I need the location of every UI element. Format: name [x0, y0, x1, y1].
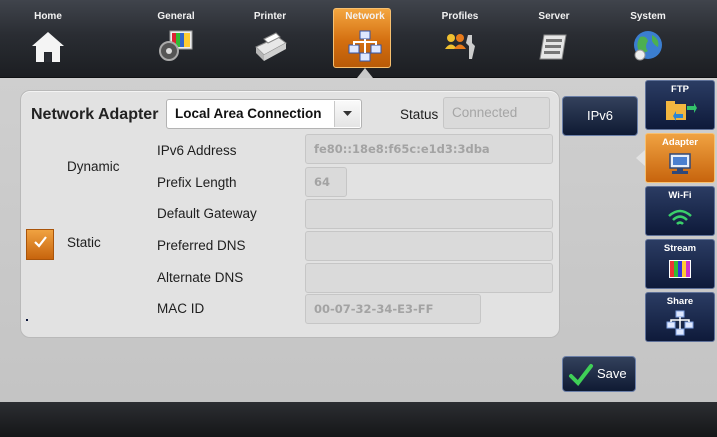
alternate-dns-label: Alternate DNS	[157, 270, 244, 285]
system-globe-icon	[634, 31, 662, 61]
network-icon	[348, 30, 382, 62]
top-nav-bar: Home General Printer Network Profiles Se…	[0, 0, 717, 78]
status-value: Connected	[443, 97, 550, 129]
home-icon	[32, 32, 64, 62]
nav-profiles-label: Profiles	[441, 11, 479, 22]
prefix-length-field[interactable]: 64	[305, 167, 347, 197]
nav-profiles[interactable]: Profiles	[420, 0, 500, 76]
checkmark-icon	[34, 236, 47, 248]
side-tab-ftp-label: FTP	[671, 84, 689, 95]
side-tab-wifi[interactable]: Wi-Fi	[645, 186, 715, 236]
ipv6-button[interactable]: IPv6	[562, 96, 638, 136]
status-label: Status	[400, 107, 439, 122]
adapter-monitor-icon	[669, 153, 691, 174]
checkmark-icon	[569, 364, 593, 387]
preferred-dns-field[interactable]	[305, 231, 553, 261]
general-icon	[159, 30, 193, 61]
preferred-dns-label: Preferred DNS	[157, 238, 246, 253]
side-tab-adapter[interactable]: Adapter	[645, 133, 715, 183]
dynamic-label: Dynamic	[67, 159, 120, 174]
side-tab-stream-label: Stream	[663, 243, 697, 254]
alternate-dns-field[interactable]	[305, 263, 553, 293]
static-label: Static	[67, 235, 101, 250]
profiles-icon	[445, 34, 475, 59]
ipv6-address-field[interactable]: fe80::18e8:f65c:e1d3:3dba	[305, 134, 553, 164]
side-tab-pointer	[636, 150, 645, 166]
printer-icon	[255, 32, 287, 61]
prefix-length-label: Prefix Length	[157, 175, 237, 190]
stream-colorbars-icon	[669, 260, 691, 278]
side-tab-wifi-label: Wi-Fi	[668, 190, 692, 201]
server-icon	[539, 34, 567, 60]
mac-id-label: MAC ID	[157, 301, 205, 316]
adapter-select[interactable]: Local Area Connection	[166, 99, 362, 129]
ipv6-address-label: IPv6 Address	[157, 143, 237, 158]
nav-printer[interactable]: Printer	[230, 0, 310, 76]
side-tab-adapter-label: Adapter	[662, 137, 698, 148]
dynamic-checkbox[interactable]	[26, 229, 54, 260]
wifi-icon	[668, 209, 692, 225]
nav-server-label: Server	[538, 11, 570, 22]
nav-network[interactable]: Network	[325, 0, 405, 76]
nav-active-pointer	[357, 68, 373, 78]
nav-system-label: System	[630, 11, 666, 22]
nav-general-label: General	[157, 11, 195, 22]
side-tab-ftp[interactable]: FTP	[645, 80, 715, 130]
bottom-bar	[0, 402, 717, 437]
network-adapter-title: Network Adapter	[31, 106, 159, 123]
nav-home[interactable]: Home	[8, 0, 88, 76]
side-tab-share[interactable]: Share	[645, 292, 715, 342]
save-button[interactable]: Save	[562, 356, 636, 392]
nav-system[interactable]: System	[608, 0, 688, 76]
default-gateway-label: Default Gateway	[157, 206, 257, 221]
nav-server[interactable]: Server	[514, 0, 594, 76]
adapter-dropdown-button[interactable]	[334, 101, 360, 127]
nav-home-label: Home	[34, 11, 62, 22]
share-network-icon	[666, 310, 694, 336]
side-tab-share-label: Share	[666, 296, 694, 307]
static-checkbox[interactable]	[26, 319, 28, 321]
nav-network-label: Network	[345, 11, 385, 22]
nav-general[interactable]: General	[136, 0, 216, 76]
chevron-down-icon	[343, 111, 352, 116]
ftp-folder-icon	[666, 101, 697, 121]
side-tab-stream[interactable]: Stream	[645, 239, 715, 289]
default-gateway-field[interactable]	[305, 199, 553, 229]
adapter-settings-panel: Network Adapter Local Area Connection St…	[20, 90, 560, 338]
nav-printer-label: Printer	[253, 11, 287, 22]
adapter-select-value: Local Area Connection	[175, 106, 322, 121]
mac-id-field[interactable]: 00-07-32-34-E3-FF	[305, 294, 481, 324]
save-button-label: Save	[597, 366, 627, 381]
